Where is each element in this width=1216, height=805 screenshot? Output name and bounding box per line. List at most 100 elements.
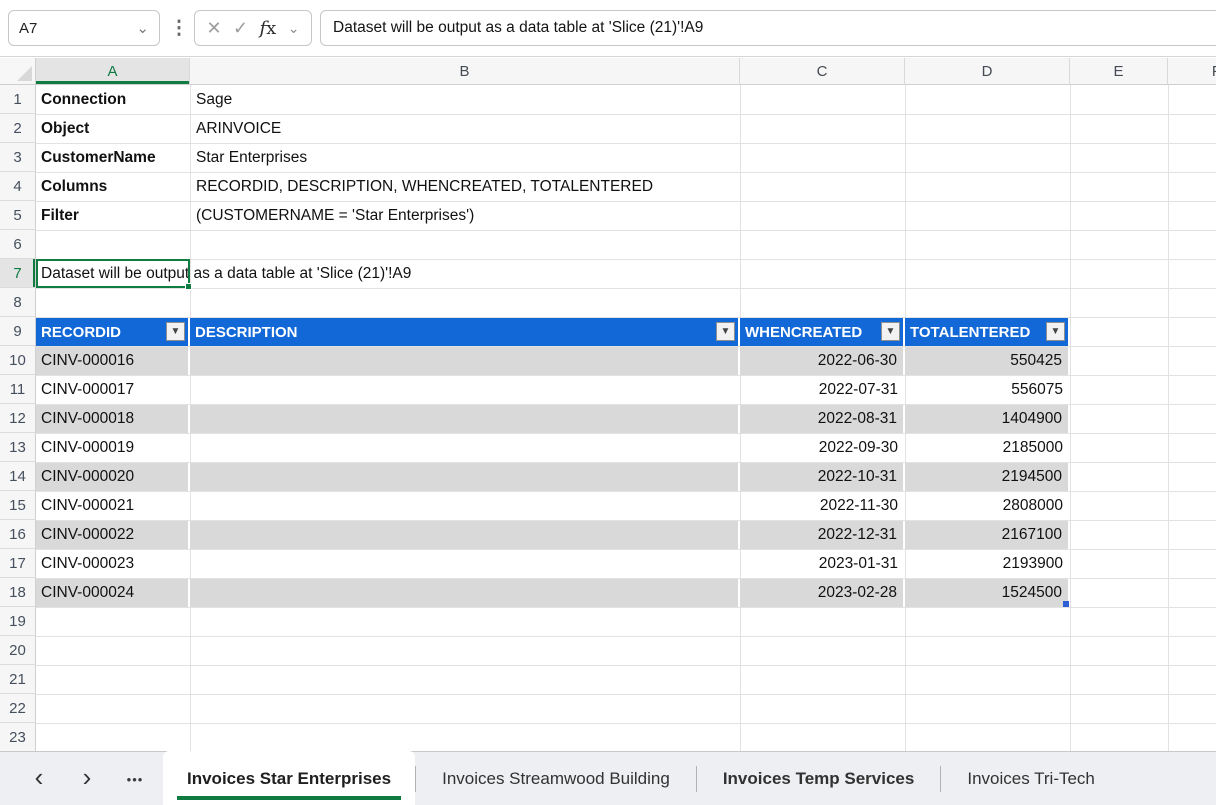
- cell-D12[interactable]: 1404900: [905, 405, 1069, 433]
- row-header-2[interactable]: 2: [0, 114, 36, 143]
- row-header-3[interactable]: 3: [0, 143, 36, 172]
- cell-C11[interactable]: 2022-07-31: [740, 376, 904, 404]
- cell-A14[interactable]: CINV-000020: [36, 463, 189, 491]
- cell-D13[interactable]: 2185000: [905, 434, 1069, 462]
- cell-A4[interactable]: Columns: [41, 172, 189, 201]
- cell-B13[interactable]: [190, 434, 739, 462]
- cell-C12[interactable]: 2022-08-31: [740, 405, 904, 433]
- cell-C16[interactable]: 2022-12-31: [740, 521, 904, 549]
- cell-D15[interactable]: 2808000: [905, 492, 1069, 520]
- name-box[interactable]: A7 ⌄: [8, 10, 160, 46]
- kebab-icon[interactable]: ⋮: [170, 8, 188, 48]
- cell-B5[interactable]: (CUSTOMERNAME = 'Star Enterprises'): [196, 201, 896, 230]
- cell-D16[interactable]: 2167100: [905, 521, 1069, 549]
- row-header-4[interactable]: 4: [0, 172, 36, 201]
- filter-button-whencreated[interactable]: ▼: [881, 322, 900, 341]
- row-header-10[interactable]: 10: [0, 346, 36, 375]
- cancel-icon[interactable]: ✕: [206, 18, 221, 39]
- cell-A12[interactable]: CINV-000018: [36, 405, 189, 433]
- cell-B12[interactable]: [190, 405, 739, 433]
- cell-D10[interactable]: 550425: [905, 347, 1069, 375]
- cell-C14[interactable]: 2022-10-31: [740, 463, 904, 491]
- row-header-13[interactable]: 13: [0, 433, 36, 462]
- column-header-D[interactable]: D: [905, 58, 1070, 85]
- row-header-11[interactable]: 11: [0, 375, 36, 404]
- cell-C18[interactable]: 2023-02-28: [740, 579, 904, 607]
- cell-A2[interactable]: Object: [41, 114, 189, 143]
- row-header-22[interactable]: 22: [0, 694, 36, 723]
- sheet-nav-next-icon[interactable]: ›: [70, 752, 104, 805]
- cell-B1[interactable]: Sage: [196, 85, 896, 114]
- column-header-C[interactable]: C: [740, 58, 905, 85]
- sheet-tab-invoices-tri-tech[interactable]: Invoices Tri-Tech: [941, 752, 1121, 805]
- cell-B4[interactable]: RECORDID, DESCRIPTION, WHENCREATED, TOTA…: [196, 172, 896, 201]
- sheet-tab-invoices-temp-services[interactable]: Invoices Temp Services: [697, 752, 941, 805]
- cell-B3[interactable]: Star Enterprises: [196, 143, 896, 172]
- row-header-6[interactable]: 6: [0, 230, 36, 259]
- cell-D18[interactable]: 1524500: [905, 579, 1069, 607]
- cell-A18[interactable]: CINV-000024: [36, 579, 189, 607]
- table-header-recordid: RECORDID▼: [36, 318, 189, 346]
- cell-A13[interactable]: CINV-000019: [36, 434, 189, 462]
- column-header-B[interactable]: B: [190, 58, 740, 85]
- sheet-nav-prev-icon[interactable]: ‹: [22, 752, 56, 805]
- fx-icon[interactable]: fx: [260, 18, 277, 39]
- cell-A5[interactable]: Filter: [41, 201, 189, 230]
- confirm-icon[interactable]: ✓: [233, 18, 248, 39]
- cell-B16[interactable]: [190, 521, 739, 549]
- row-header-16[interactable]: 16: [0, 520, 36, 549]
- cell-B11[interactable]: [190, 376, 739, 404]
- cell-A7-status-text[interactable]: Dataset will be output as a data table a…: [41, 259, 941, 288]
- row-header-12[interactable]: 12: [0, 404, 36, 433]
- cell-A17[interactable]: CINV-000023: [36, 550, 189, 578]
- cell-B14[interactable]: [190, 463, 739, 491]
- cell-D17[interactable]: 2193900: [905, 550, 1069, 578]
- sheet-tab-invoices-star-enterprises[interactable]: Invoices Star Enterprises: [163, 751, 415, 805]
- cell-A1[interactable]: Connection: [41, 85, 189, 114]
- cell-D14[interactable]: 2194500: [905, 463, 1069, 491]
- row-header-15[interactable]: 15: [0, 491, 36, 520]
- row-header-23[interactable]: 23: [0, 723, 36, 752]
- cell-B15[interactable]: [190, 492, 739, 520]
- row-header-18[interactable]: 18: [0, 578, 36, 607]
- cell-A15[interactable]: CINV-000021: [36, 492, 189, 520]
- cell-A11[interactable]: CINV-000017: [36, 376, 189, 404]
- column-header-E[interactable]: E: [1070, 58, 1168, 85]
- cell-A16[interactable]: CINV-000022: [36, 521, 189, 549]
- fx-chevron-icon[interactable]: ⌄: [288, 20, 300, 37]
- row-header-14[interactable]: 14: [0, 462, 36, 491]
- sheet-nav-more-icon[interactable]: •••: [118, 752, 152, 805]
- fill-handle[interactable]: [185, 283, 192, 290]
- filter-button-description[interactable]: ▼: [716, 322, 735, 341]
- cell-B10[interactable]: [190, 347, 739, 375]
- sheet-tab-invoices-streamwood-building[interactable]: Invoices Streamwood Building: [416, 752, 696, 805]
- row-header-21[interactable]: 21: [0, 665, 36, 694]
- row-header-19[interactable]: 19: [0, 607, 36, 636]
- row-header-1[interactable]: 1: [0, 85, 36, 114]
- select-all-corner[interactable]: [0, 58, 36, 85]
- cell-A10[interactable]: CINV-000016: [36, 347, 189, 375]
- cells-layer[interactable]: ConnectionSageObjectARINVOICECustomerNam…: [36, 85, 1216, 751]
- row-header-17[interactable]: 17: [0, 549, 36, 578]
- row-header-5[interactable]: 5: [0, 201, 36, 230]
- table-resize-handle[interactable]: [1063, 601, 1069, 607]
- cell-C17[interactable]: 2023-01-31: [740, 550, 904, 578]
- formula-input[interactable]: Dataset will be output as a data table a…: [320, 10, 1216, 46]
- row-header-20[interactable]: 20: [0, 636, 36, 665]
- cell-C15[interactable]: 2022-11-30: [740, 492, 904, 520]
- filter-button-totalentered[interactable]: ▼: [1046, 322, 1065, 341]
- row-header-8[interactable]: 8: [0, 288, 36, 317]
- column-header-F[interactable]: F: [1168, 58, 1216, 85]
- cell-B17[interactable]: [190, 550, 739, 578]
- column-header-A[interactable]: A: [36, 58, 190, 85]
- filter-button-recordid[interactable]: ▼: [166, 322, 185, 341]
- cell-C10[interactable]: 2022-06-30: [740, 347, 904, 375]
- cell-B18[interactable]: [190, 579, 739, 607]
- row-header-9[interactable]: 9: [0, 317, 36, 346]
- name-box-chevron-icon[interactable]: ⌄: [136, 19, 149, 37]
- cell-A3[interactable]: CustomerName: [41, 143, 189, 172]
- cell-B2[interactable]: ARINVOICE: [196, 114, 896, 143]
- cell-C13[interactable]: 2022-09-30: [740, 434, 904, 462]
- cell-D11[interactable]: 556075: [905, 376, 1069, 404]
- row-header-7[interactable]: 7: [0, 259, 36, 288]
